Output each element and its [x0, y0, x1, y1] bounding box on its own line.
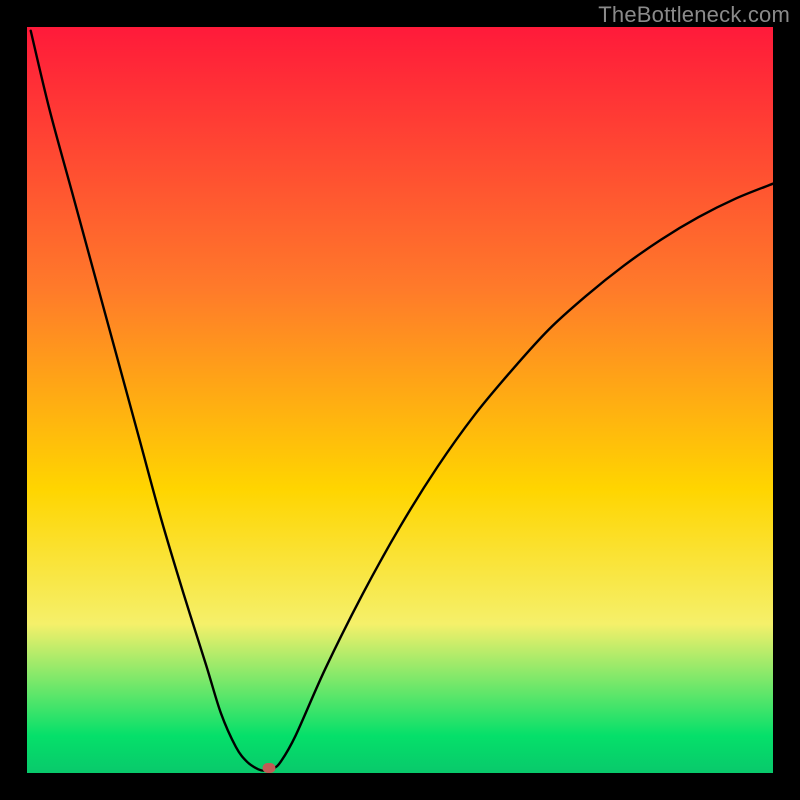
chart-frame: TheBottleneck.com [0, 0, 800, 800]
optimal-point-marker [263, 763, 276, 773]
bottleneck-chart [27, 27, 773, 773]
chart-background [27, 27, 773, 773]
watermark-text: TheBottleneck.com [598, 2, 790, 28]
